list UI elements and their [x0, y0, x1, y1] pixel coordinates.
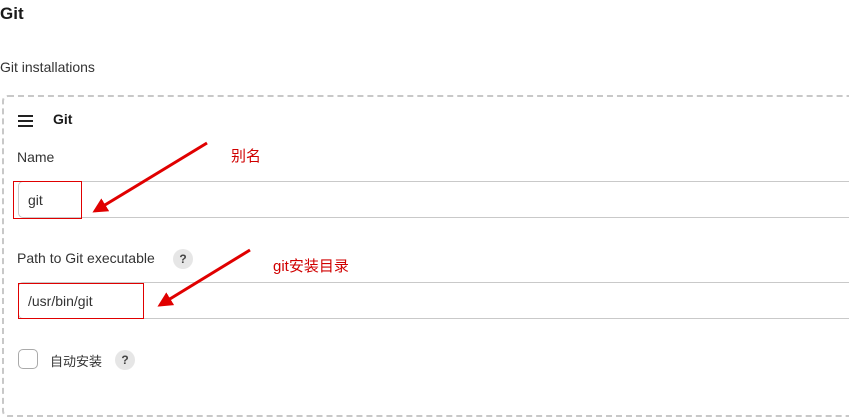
- alias-arrow: [92, 141, 208, 213]
- install-dir-annotation: git安装目录: [273, 258, 349, 275]
- install-dir-arrow: [157, 248, 251, 307]
- alias-annotation: 别名: [231, 148, 262, 165]
- annotation-arrows: [92, 141, 251, 307]
